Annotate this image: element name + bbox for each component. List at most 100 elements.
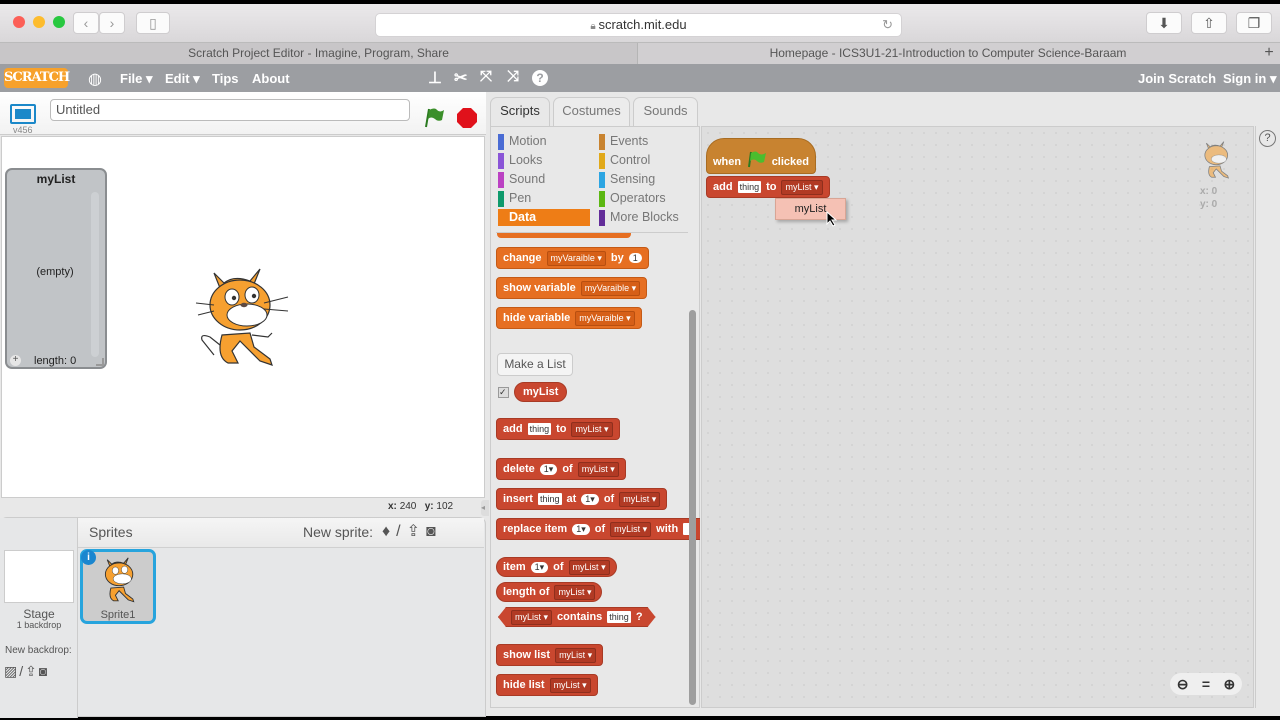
- list-dropdown[interactable]: myList ▾: [511, 610, 552, 625]
- camera-backdrop-icon[interactable]: ◙: [39, 663, 49, 679]
- menu-file[interactable]: File ▾: [120, 71, 153, 87]
- list-dropdown[interactable]: myList ▾: [577, 461, 619, 477]
- tab-homepage[interactable]: Homepage - ICS3U1-21-Introduction to Com…: [639, 43, 1257, 64]
- variable-dropdown[interactable]: myVaraible ▾: [575, 310, 635, 326]
- join-scratch-link[interactable]: Join Scratch: [1138, 71, 1216, 86]
- reporter-mylist[interactable]: myList: [514, 382, 568, 402]
- url-bar[interactable]: 🔒︎ scratch.mit.edu ↻: [375, 13, 902, 37]
- text-input[interactable]: thing: [527, 423, 552, 435]
- collapse-stage-arrow[interactable]: ◂: [481, 500, 489, 516]
- share-icon[interactable]: ⇧: [1191, 12, 1227, 34]
- category-looks[interactable]: Looks: [498, 152, 590, 171]
- category-control[interactable]: Control: [599, 152, 691, 171]
- block-show-list[interactable]: show list myList ▾: [496, 644, 604, 666]
- zoom-in-icon[interactable]: ⊕: [1224, 676, 1236, 693]
- fullscreen-icon[interactable]: [10, 104, 36, 124]
- shrink-icon[interactable]: ⤨: [507, 68, 519, 85]
- zoom-reset-icon[interactable]: =: [1202, 676, 1210, 692]
- sign-in-link[interactable]: Sign in ▾: [1223, 71, 1276, 87]
- index-dropdown[interactable]: 1▾: [530, 561, 549, 573]
- category-sound[interactable]: Sound: [498, 171, 590, 190]
- menu-tips[interactable]: Tips: [212, 71, 239, 86]
- variable-dropdown[interactable]: myVaraible ▾: [546, 250, 606, 266]
- sprite-info-icon[interactable]: i: [81, 550, 96, 565]
- index-dropdown[interactable]: 1▾: [539, 463, 558, 475]
- menu-edit[interactable]: Edit ▾: [165, 71, 200, 87]
- grow-icon[interactable]: ⤧: [480, 68, 492, 85]
- list-dropdown[interactable]: myList ▾: [571, 421, 613, 437]
- reporter-item-of-list[interactable]: item 1▾ of myList ▾: [496, 557, 617, 577]
- tab-sounds[interactable]: Sounds: [633, 97, 698, 127]
- close-window-icon[interactable]: [13, 16, 25, 28]
- partial-variable-block[interactable]: [497, 233, 631, 238]
- boolean-list-contains[interactable]: myList ▾ contains thing?: [498, 607, 656, 627]
- cut-icon[interactable]: ✂: [454, 68, 467, 88]
- camera-sprite-icon[interactable]: ◙: [426, 523, 442, 540]
- sprite-library-icon[interactable]: ♦: [382, 523, 396, 540]
- category-operators[interactable]: Operators: [599, 190, 691, 209]
- list-dropdown[interactable]: myList ▾: [619, 491, 661, 507]
- block-show-variable[interactable]: show variable myVaraible ▾: [496, 277, 648, 299]
- list-add-item-button[interactable]: +: [10, 355, 21, 366]
- number-input[interactable]: 1: [628, 253, 642, 263]
- text-input[interactable]: thing: [537, 493, 562, 505]
- upload-backdrop-icon[interactable]: ⇪: [25, 663, 39, 679]
- stamp-icon[interactable]: ⊥: [428, 68, 442, 88]
- sidebar-toggle-icon[interactable]: ▯: [136, 12, 170, 34]
- project-title-input[interactable]: Untitled: [50, 99, 410, 121]
- list-checkbox[interactable]: ✓: [498, 387, 509, 398]
- language-globe-icon[interactable]: ◍: [88, 69, 102, 89]
- list-dropdown[interactable]: myList ▾: [554, 584, 596, 600]
- upload-sprite-icon[interactable]: ⇪: [407, 523, 426, 540]
- downloads-icon[interactable]: ⬇: [1146, 12, 1182, 34]
- list-dropdown[interactable]: myList ▾: [610, 521, 652, 537]
- list-dropdown[interactable]: myList ▾: [568, 559, 610, 575]
- tab-costumes[interactable]: Costumes: [553, 97, 630, 127]
- index-dropdown[interactable]: 1▾: [581, 493, 599, 505]
- help-icon[interactable]: ?: [532, 70, 548, 86]
- text-input[interactable]: thing: [737, 181, 762, 193]
- zoom-out-icon[interactable]: ⊖: [1177, 676, 1189, 693]
- stage-thumbnail[interactable]: [4, 550, 74, 603]
- category-data[interactable]: Data: [498, 209, 590, 226]
- green-flag-icon[interactable]: [423, 106, 445, 128]
- reporter-length-of-list[interactable]: length of myList ▾: [496, 582, 603, 602]
- block-hide-variable[interactable]: hide variable myVaraible ▾: [496, 307, 642, 329]
- block-delete-of-list[interactable]: delete 1▾ of myList ▾: [496, 458, 626, 480]
- minimize-window-icon[interactable]: [33, 16, 45, 28]
- tabs-overview-icon[interactable]: ❐: [1236, 12, 1272, 34]
- block-change-variable[interactable]: change myVaraible ▾ by 1: [496, 247, 649, 269]
- make-a-list-button[interactable]: Make a List: [497, 353, 573, 376]
- list-monitor[interactable]: myList (empty) + length: 0: [5, 168, 107, 369]
- list-dropdown[interactable]: myList ▾: [781, 179, 823, 195]
- paint-sprite-icon[interactable]: /: [396, 523, 406, 540]
- palette-scrollbar[interactable]: [689, 310, 696, 705]
- list-resize-handle[interactable]: [96, 358, 104, 366]
- block-replace-item[interactable]: replace item 1▾ of myList ▾ with: [496, 518, 700, 540]
- block-add-to-list[interactable]: add thing to myList ▾: [496, 418, 620, 440]
- stop-icon[interactable]: [456, 107, 478, 129]
- list-dropdown[interactable]: myList ▾: [555, 647, 597, 663]
- maximize-window-icon[interactable]: [53, 16, 65, 28]
- help-tips-icon[interactable]: ?: [1259, 130, 1276, 147]
- category-sensing[interactable]: Sensing: [599, 171, 691, 190]
- reload-icon[interactable]: ↻: [882, 14, 893, 36]
- text-input[interactable]: thing: [607, 611, 631, 623]
- backdrop-library-icon[interactable]: ▨: [4, 663, 19, 679]
- category-pen[interactable]: Pen: [498, 190, 590, 209]
- tab-scratch-editor[interactable]: Scratch Project Editor - Imagine, Progra…: [0, 43, 638, 64]
- category-more-blocks[interactable]: More Blocks: [599, 209, 699, 228]
- sprite-thumbnail-sprite1[interactable]: i Sprite1: [80, 549, 156, 624]
- list-dropdown[interactable]: myList ▾: [549, 677, 591, 693]
- back-button[interactable]: ‹: [73, 12, 99, 34]
- scratch-logo[interactable]: SCRATCH: [4, 68, 70, 88]
- category-events[interactable]: Events: [599, 133, 691, 152]
- forward-button[interactable]: ›: [99, 12, 125, 34]
- variable-dropdown[interactable]: myVaraible ▾: [580, 280, 641, 296]
- menu-about[interactable]: About: [252, 71, 290, 86]
- index-dropdown[interactable]: 1▾: [572, 523, 590, 535]
- block-hide-list[interactable]: hide list myList ▾: [496, 674, 598, 696]
- category-motion[interactable]: Motion: [498, 133, 590, 152]
- block-insert-at-list[interactable]: insert thing at 1▾ of myList ▾: [496, 488, 668, 510]
- new-tab-icon[interactable]: +: [1258, 43, 1280, 64]
